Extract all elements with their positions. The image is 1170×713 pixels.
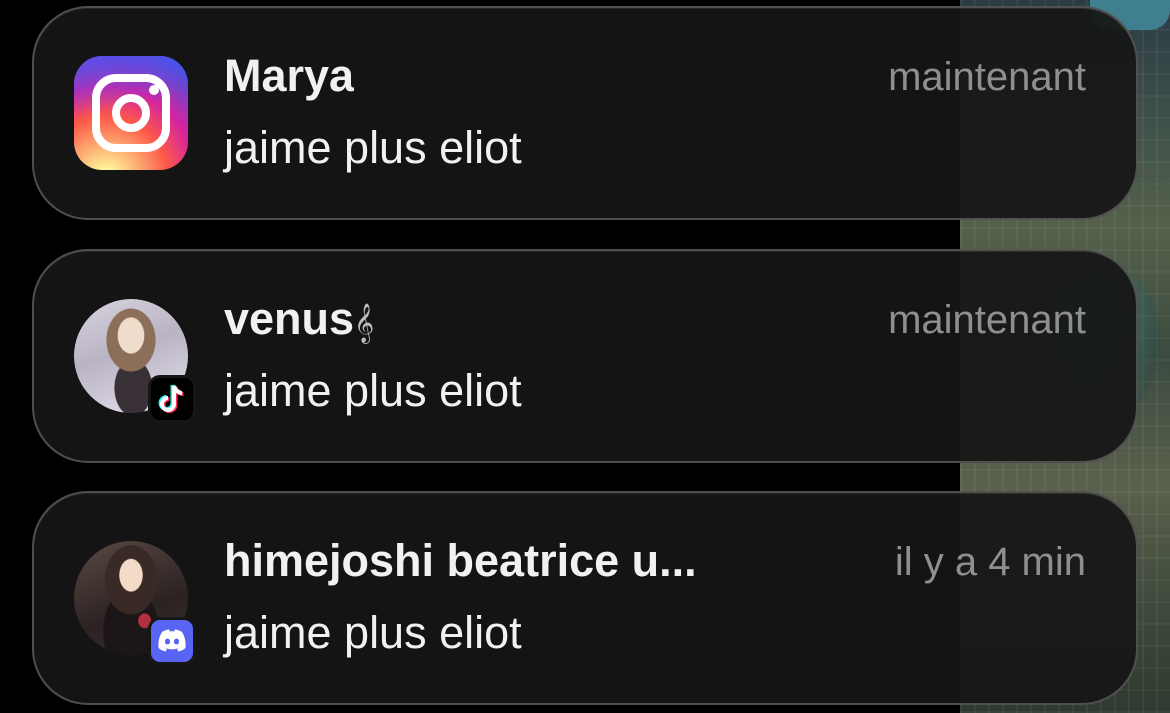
tiktok-icon	[148, 375, 196, 423]
notification-time: il y a 4 min	[894, 540, 1086, 584]
app-icon-wrapper	[74, 56, 188, 170]
avatar-wrapper	[74, 541, 196, 665]
notification-body: jaime plus eliot	[224, 122, 522, 173]
notification-card-venus[interactable]: venus𝄞 maintenant jaime plus eliot	[32, 249, 1138, 463]
treble-clef-emoji: 𝄞	[354, 303, 375, 343]
sender-name: venus	[224, 293, 355, 344]
notification-title: Marya	[224, 50, 355, 101]
avatar-wrapper	[74, 299, 196, 423]
notification-time: maintenant	[888, 298, 1086, 342]
notification-card-himejoshi[interactable]: himejoshi beatrice u... il y a 4 min jai…	[32, 491, 1138, 705]
notification-body: jaime plus eliot	[224, 607, 522, 658]
instagram-icon	[74, 56, 188, 170]
notification-title: himejoshi beatrice u...	[224, 535, 697, 586]
discord-icon	[148, 617, 196, 665]
notification-title: venus𝄞	[224, 293, 374, 349]
notification-time: maintenant	[888, 55, 1086, 99]
notification-body: jaime plus eliot	[224, 365, 522, 416]
notification-card-marya[interactable]: Marya maintenant jaime plus eliot	[32, 6, 1138, 220]
